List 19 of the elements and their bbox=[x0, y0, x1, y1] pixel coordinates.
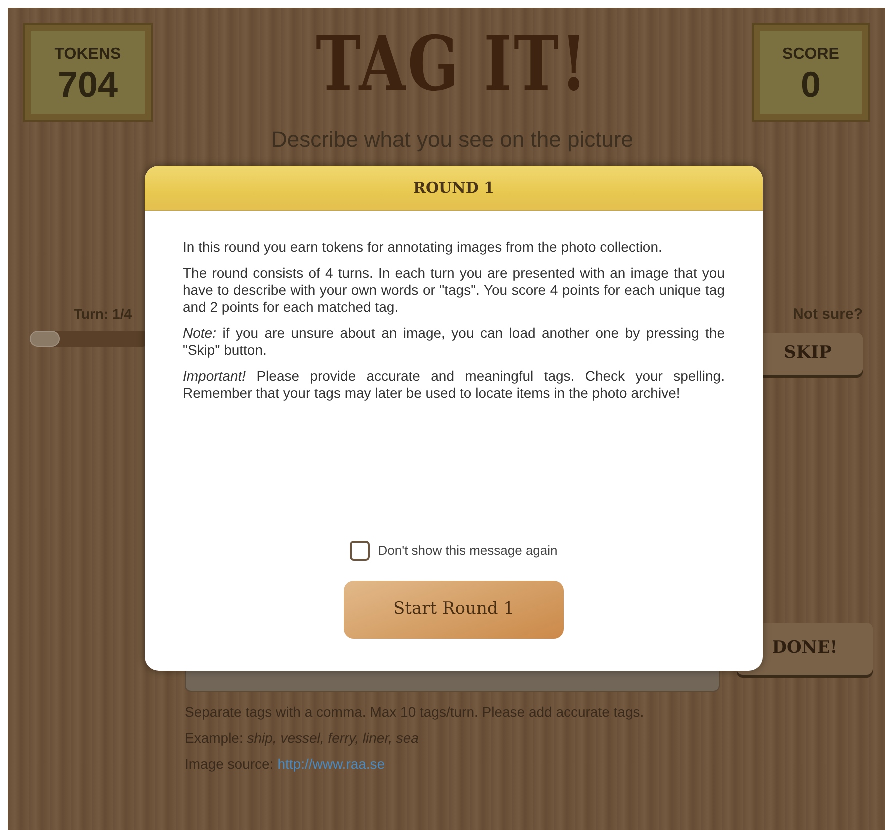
dialog-paragraph: Note: if you are unsure about an image, you can load another one by pressing the "Skip" button. bbox=[183, 325, 725, 359]
tags-hint: Separate tags with a comma. Max 10 tags/turn. Please add accurate tags. bbox=[185, 702, 646, 722]
tags-example: Example: ship, vessel, ferry, liner, sea bbox=[185, 728, 420, 748]
tokens-value: 704 bbox=[58, 66, 118, 102]
not-sure-label: Not sure? bbox=[792, 305, 863, 325]
turn-label: Turn: 1/4 bbox=[74, 305, 132, 324]
checkbox[interactable] bbox=[350, 541, 370, 561]
dialog-title: ROUND 1 bbox=[414, 178, 494, 199]
start-round-button[interactable]: Start Round 1 bbox=[344, 581, 564, 639]
score-label: SCORE bbox=[782, 44, 840, 64]
dialog-paragraph: In this round you earn tokens for annotating images from the photo collection. bbox=[183, 239, 664, 256]
dialog-paragraph: Important! Please provide accurate and meaningful tags. Check your spelling. Remember that your tags may later be used to locate items in the photo archive! bbox=[183, 368, 725, 402]
turn-progress-thumb[interactable] bbox=[30, 331, 60, 347]
dialog-paragraph: The round consists of 4 turns. In each turn you are presented with an image that you have to describe with your own words or "tags". You score 4 points for each unique tag and 2 points for each matched tag. bbox=[183, 265, 725, 316]
tokens-label: TOKENS bbox=[54, 44, 122, 64]
checkbox-label[interactable]: Don't show this message again bbox=[378, 541, 558, 561]
image-source-link[interactable]: http://www.raa.se bbox=[278, 754, 386, 774]
image-source-label: Image source: bbox=[185, 754, 274, 774]
score-value: 0 bbox=[800, 66, 821, 102]
